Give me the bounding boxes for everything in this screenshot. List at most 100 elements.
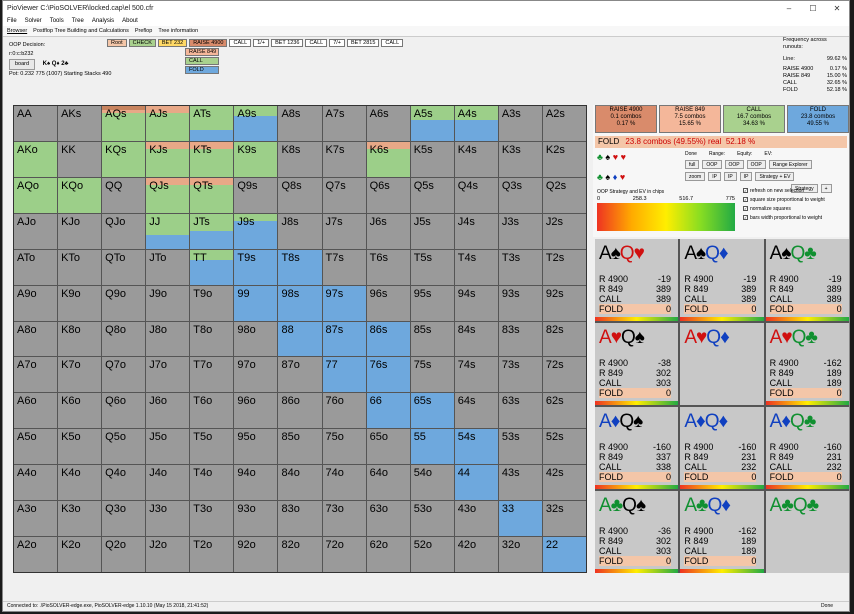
hand-cell[interactable]: J4o <box>146 465 190 501</box>
hand-cell[interactable]: 54s <box>454 429 498 465</box>
zoom-button[interactable]: zoom <box>685 172 706 181</box>
combo-cell[interactable]: A♠Q♣ R 4900 -19 R 849 389 CALL 389 FOLD 0 <box>765 239 849 321</box>
hand-cell[interactable]: Q6s <box>366 177 410 213</box>
hand-cell[interactable]: T4o <box>190 465 234 501</box>
hand-cell[interactable]: 85o <box>278 429 322 465</box>
tab-postflop[interactable]: Postflop Tree Building and Calculations <box>33 28 129 34</box>
hand-cell[interactable]: A7o <box>14 357 58 393</box>
hand-cell[interactable]: T8s <box>278 249 322 285</box>
tree-node[interactable]: CALL <box>381 39 404 47</box>
hand-cell[interactable]: J5o <box>146 429 190 465</box>
hand-cell[interactable]: 88 <box>278 321 322 357</box>
hand-cell[interactable]: Q9s <box>234 177 278 213</box>
hand-cell[interactable]: 94s <box>454 285 498 321</box>
hand-cell[interactable]: 93o <box>234 501 278 537</box>
hand-cell[interactable]: 54o <box>410 465 454 501</box>
hand-cell[interactable]: T3s <box>498 249 542 285</box>
hand-cell[interactable]: J8s <box>278 213 322 249</box>
hand-cell[interactable]: T9s <box>234 249 278 285</box>
hand-cell[interactable]: KJo <box>58 213 102 249</box>
hand-cell[interactable]: 75s <box>410 357 454 393</box>
combo-cell[interactable]: A♥Q♦ <box>680 323 764 405</box>
hand-cell[interactable]: A4s <box>454 106 498 141</box>
board-button[interactable]: board <box>9 59 36 70</box>
hand-cell[interactable]: J6s <box>366 213 410 249</box>
tree-node[interactable]: RAISE 4900 <box>189 39 228 47</box>
hand-cell[interactable]: 72o <box>322 537 366 572</box>
tree-node[interactable]: BET 232 <box>157 39 188 47</box>
range-ip-button[interactable]: IP <box>708 172 721 181</box>
hand-cell[interactable]: 94o <box>234 465 278 501</box>
hand-cell[interactable]: KTs <box>190 141 234 177</box>
hand-cell[interactable]: A7s <box>322 106 366 141</box>
hand-cell[interactable]: J8o <box>146 321 190 357</box>
hand-cell[interactable]: J7s <box>322 213 366 249</box>
hand-cell[interactable]: 22 <box>542 537 586 572</box>
combo-cell[interactable]: A♠Q♥ R 4900 -19 R 849 389 CALL 389 FOLD 0 <box>595 239 679 321</box>
hand-cell[interactable]: Q3o <box>102 501 146 537</box>
hand-cell[interactable]: Q7o <box>102 357 146 393</box>
checkbox-icon[interactable]: ✓ <box>743 215 748 221</box>
hand-cell[interactable]: K4s <box>454 141 498 177</box>
hand-cell[interactable]: A3o <box>14 501 58 537</box>
combo-cell[interactable]: A♣Q♦ R 4900 -162 R 849 189 CALL 189 FOLD 0 <box>680 491 764 573</box>
hand-cell[interactable]: 62s <box>542 393 586 429</box>
checkbox-icon[interactable]: ✓ <box>743 206 748 212</box>
hand-cell[interactable]: 98s <box>278 285 322 321</box>
hand-cell[interactable]: 95o <box>234 429 278 465</box>
hand-cell[interactable]: K3s <box>498 141 542 177</box>
hand-cell[interactable]: KQo <box>58 177 102 213</box>
option-checkbox[interactable]: ✓ bars width proportional to weight <box>743 214 825 223</box>
hand-cell[interactable]: Q5s <box>410 177 454 213</box>
hand-cell[interactable]: Q6o <box>102 393 146 429</box>
hand-cell[interactable]: K9o <box>58 285 102 321</box>
hand-cell[interactable]: T2o <box>190 537 234 572</box>
hand-cell[interactable]: 96s <box>366 285 410 321</box>
hand-cell[interactable]: A9s <box>234 106 278 141</box>
tree-node-fold[interactable]: FOLD <box>185 66 219 74</box>
hand-cell[interactable]: KQs <box>102 141 146 177</box>
checkbox-icon[interactable]: ✓ <box>743 188 748 194</box>
tree-node[interactable]: BET 1236 <box>271 39 304 47</box>
hand-cell[interactable]: A5s <box>410 106 454 141</box>
equity-ip-button[interactable]: IP <box>723 172 737 181</box>
hand-cell[interactable]: 43o <box>454 501 498 537</box>
hand-cell[interactable]: TT <box>190 249 234 285</box>
combo-cell[interactable]: A♦Q♠ R 4900 -160 R 849 337 CALL 338 FOLD 0 <box>595 407 679 489</box>
hand-cell[interactable]: 63s <box>498 393 542 429</box>
hand-cell[interactable]: 92s <box>542 285 586 321</box>
heart-icon[interactable]: ♥ <box>621 152 626 162</box>
hand-cell[interactable]: AQo <box>14 177 58 213</box>
tree-node[interactable]: 7/+ <box>329 39 346 47</box>
hand-cell[interactable]: 43s <box>498 465 542 501</box>
hand-cell[interactable]: ATo <box>14 249 58 285</box>
hand-cell[interactable]: K5o <box>58 429 102 465</box>
hand-cell[interactable]: 65o <box>366 429 410 465</box>
menu-about[interactable]: About <box>122 18 138 24</box>
club-icon[interactable]: ♣ <box>597 152 603 162</box>
hand-cell[interactable]: A8s <box>278 106 322 141</box>
hand-cell[interactable]: Q4s <box>454 177 498 213</box>
hand-cell[interactable]: Q4o <box>102 465 146 501</box>
hand-cell[interactable]: 62o <box>366 537 410 572</box>
hand-cell[interactable]: Q3s <box>498 177 542 213</box>
hand-cell[interactable]: AQs <box>102 106 146 141</box>
minimize-button[interactable]: – <box>777 4 801 13</box>
combo-cell[interactable]: A♦Q♦ R 4900 -160 R 849 231 CALL 232 FOLD 0 <box>680 407 764 489</box>
hand-cell[interactable]: T5s <box>410 249 454 285</box>
hand-cell[interactable]: 53o <box>410 501 454 537</box>
menu-solver[interactable]: Solver <box>25 18 42 24</box>
hand-cell[interactable]: 42o <box>454 537 498 572</box>
hand-cell[interactable]: 52s <box>542 429 586 465</box>
hand-cell[interactable]: Q8s <box>278 177 322 213</box>
hand-cell[interactable]: J3o <box>146 501 190 537</box>
hand-cell[interactable]: 53s <box>498 429 542 465</box>
hand-cell[interactable]: 33 <box>498 501 542 537</box>
hand-cell[interactable]: 76o <box>322 393 366 429</box>
hand-cell[interactable]: K8o <box>58 321 102 357</box>
hand-cell[interactable]: KTo <box>58 249 102 285</box>
hand-cell[interactable]: J9o <box>146 285 190 321</box>
hand-cell[interactable]: 82s <box>542 321 586 357</box>
hand-cell[interactable]: 84s <box>454 321 498 357</box>
hand-cell[interactable]: AKs <box>58 106 102 141</box>
